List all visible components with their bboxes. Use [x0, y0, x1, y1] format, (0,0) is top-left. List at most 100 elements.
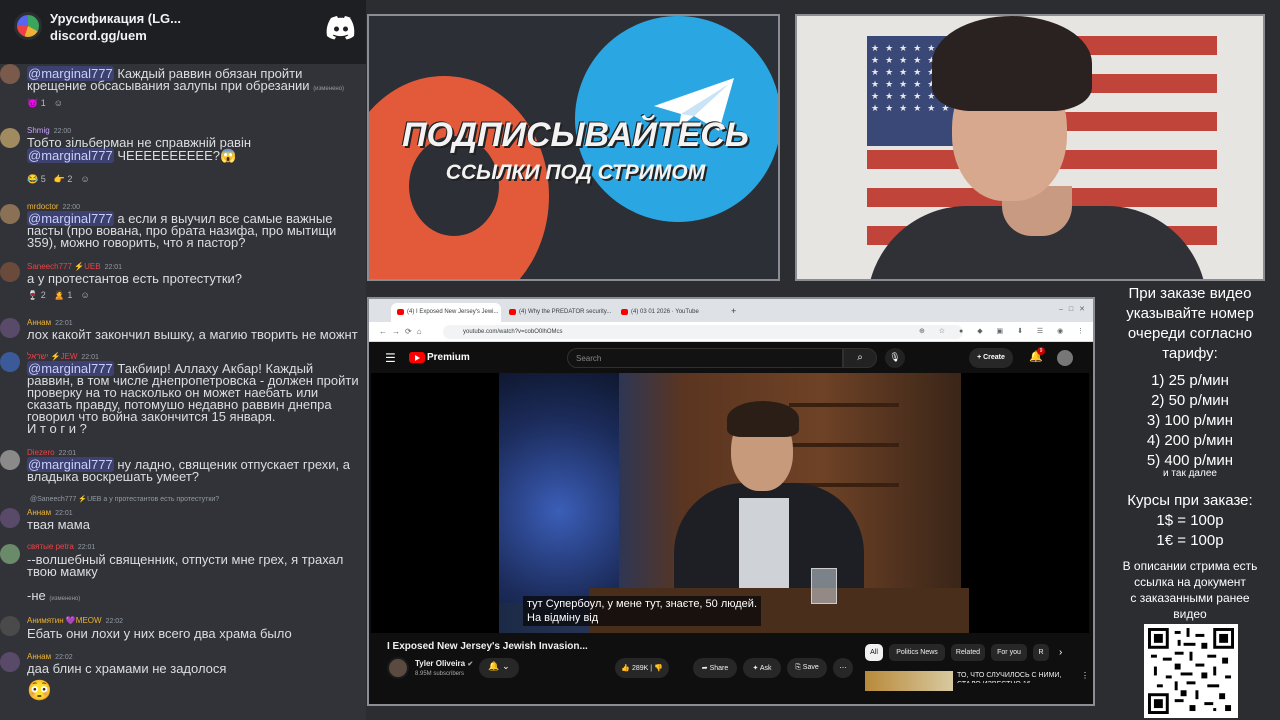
price-item: 1) 25 р/мин	[1151, 372, 1229, 389]
exchange-rates: Курсы при заказе: 1$ = 100р 1€ = 100р	[1100, 491, 1280, 551]
info-line: видео	[1173, 607, 1207, 621]
user-avatar	[0, 352, 20, 372]
info-line: ссылка на документ	[1134, 575, 1246, 589]
username[interactable]: mrdoctor	[27, 202, 59, 211]
username[interactable]: Аннам	[27, 652, 51, 661]
extension-icons[interactable]: ⊕ ☆ ● ◆ ▣ ⬇ ☰ ◉ ⋮	[919, 327, 1090, 335]
aquarium	[499, 373, 619, 603]
username[interactable]: Shmig	[27, 126, 50, 135]
reaction[interactable]: ☺	[80, 290, 89, 300]
user-mention[interactable]: @marginal777	[27, 148, 114, 163]
discord-chat-overlay: Урусификация (LG... discord.gg/uem @marg…	[0, 0, 366, 720]
reaction[interactable]: 🍷 2	[27, 290, 46, 300]
username[interactable]: ישראל ⚡JEW	[27, 352, 77, 361]
bookshelf	[789, 403, 899, 407]
share-button[interactable]: ➦ Share	[693, 658, 737, 678]
qr-code[interactable]	[1144, 624, 1238, 718]
username[interactable]: Аннам	[27, 318, 51, 327]
user-avatar	[0, 262, 20, 282]
video-title: I Exposed New Jersey's Jewish Invasion..…	[387, 641, 588, 652]
reply-reference[interactable]: @Saneech777 ⚡UEB а у протестантов есть п…	[30, 495, 219, 503]
more-options-icon[interactable]: ⋮	[1081, 671, 1089, 680]
channel-name-text[interactable]: Tyler Oliveira	[415, 659, 465, 668]
reaction[interactable]: ☺	[54, 98, 63, 108]
message-text: владыка воскрешать умеет?	[27, 469, 200, 484]
server-name: Урусификация (LG...	[50, 11, 181, 26]
save-button[interactable]: ⎘ Save	[787, 658, 827, 678]
edited-label: (изменено)	[313, 86, 345, 92]
chevron-right-icon[interactable]: ›	[1059, 647, 1062, 658]
chip-related[interactable]: Related	[951, 644, 985, 661]
info-line: очереди согласно	[1127, 325, 1253, 342]
chip-for-you[interactable]: For you	[991, 644, 1027, 661]
recommended-video-title[interactable]: ТО, ЧТО СЛУЧИЛОСЬ С НИМИ, СТАЛО ИЗВЕСТНО…	[957, 671, 1077, 683]
price-etc: и так далее	[1163, 468, 1217, 479]
chip-all[interactable]: All	[865, 644, 883, 661]
subscribe-bell-button[interactable]: 🔔 ⌄	[479, 658, 519, 678]
youtube-logo-icon[interactable]	[409, 352, 425, 363]
browser-tab[interactable]: (4) I Exposed New Jersey's Jewi...	[391, 303, 501, 322]
webcam-feed: ★★★★★★★★ ★★★★★★★ ★★★★★★★★ ★★★★★★★ ★★★★★★…	[795, 14, 1265, 281]
url-input[interactable]: youtube.com/watch?v=cobO0lhOMcs	[443, 325, 963, 339]
rate-item: 1$ = 100р	[1156, 512, 1224, 529]
timestamp: 22:01	[55, 320, 73, 327]
user-avatar	[0, 508, 20, 528]
like-button[interactable]: 👍 289K | 👎	[615, 658, 669, 678]
server-invite: discord.gg/uem	[50, 28, 147, 43]
youtube-brand-label[interactable]: Premium	[427, 352, 470, 363]
chat-header: Урусификация (LG... discord.gg/uem	[0, 0, 366, 64]
window-controls[interactable]: –□✕	[1059, 305, 1091, 313]
speaker-hair	[727, 401, 799, 437]
username[interactable]: святые petra	[27, 542, 74, 551]
reaction[interactable]: ☺	[80, 174, 89, 184]
reaction[interactable]: 🙎 1	[54, 290, 73, 300]
timestamp: 22:01	[77, 544, 96, 551]
sparkle-icon: ✦	[752, 665, 760, 672]
username[interactable]: Saneech777 ⚡UEB	[27, 262, 101, 271]
chip-truncated[interactable]: R	[1033, 644, 1049, 661]
username[interactable]: Анимятин 💜MEOW	[27, 616, 102, 625]
reactions: 😈 1 ☺	[27, 98, 71, 109]
video-subtitles: тут Супербоул, у мене тут, знаєте, 50 лю…	[523, 596, 762, 626]
hamburger-menu-icon[interactable]: ☰	[385, 351, 396, 365]
create-button[interactable]: + Create	[969, 348, 1013, 368]
reaction[interactable]: 👉 2	[54, 174, 73, 184]
message-text: а у протестантов есть протестутки?	[27, 271, 243, 286]
new-tab-button[interactable]: +	[731, 306, 736, 316]
flushed-emoji: 😳	[27, 680, 52, 702]
info-line: В описании стрима есть	[1122, 559, 1258, 573]
user-avatar	[0, 318, 20, 338]
verified-icon: ✔	[467, 661, 474, 668]
timestamp: 22:01	[55, 510, 73, 517]
browser-tab[interactable]: (4) Why the PREDATOR security...	[503, 303, 613, 322]
search-input[interactable]: Search	[567, 348, 843, 368]
message-text: крещение обсасывания залупы при обрезани…	[27, 78, 310, 93]
nav-buttons[interactable]: ←→⟳⌂	[379, 327, 427, 336]
notification-count-badge: 9	[1037, 347, 1045, 355]
recommended-video-thumbnail[interactable]	[865, 671, 953, 691]
message-text: даа блин с храмами не задолося	[27, 661, 227, 676]
ask-button[interactable]: ✦ Ask	[743, 658, 781, 678]
chip-politics-news[interactable]: Politics News	[889, 644, 945, 661]
subscriber-count: 8.95M subscribers	[415, 671, 465, 677]
reactions: 🍷 2 🙎 1 ☺	[27, 290, 98, 301]
video-player[interactable]: тут Супербоул, у мене тут, знаєте, 50 лю…	[371, 373, 1089, 633]
info-line: При заказе видео	[1128, 285, 1252, 302]
username[interactable]: Аннам	[27, 508, 51, 517]
reaction[interactable]: 😂 5	[27, 174, 46, 184]
message-text: твою мамку	[27, 564, 98, 579]
microphone-icon[interactable]: 🎙	[885, 348, 905, 368]
account-avatar[interactable]	[1057, 350, 1073, 366]
browser-tab[interactable]: (4) 03 01 2026 · YouTube	[615, 303, 725, 322]
search-icon[interactable]: ⌕	[843, 348, 877, 368]
more-actions-icon[interactable]: ⋯	[833, 658, 853, 678]
channel-name[interactable]: Tyler Oliveira ✔	[415, 659, 473, 668]
price-list: 1) 25 р/мин 2) 50 р/мин 3) 100 р/мин 4) …	[1100, 371, 1280, 471]
like-count: 289K	[631, 665, 649, 672]
username[interactable]: Diezero	[27, 448, 55, 457]
reaction[interactable]: 😈 1	[27, 98, 46, 108]
address-bar-row: ←→⟳⌂ youtube.com/watch?v=cobO0lhOMcs ⊕ ☆…	[369, 322, 1093, 342]
subtitle-line: На відміну від	[527, 612, 599, 624]
reactions: 😂 5 👉 2 ☺	[27, 174, 98, 185]
channel-avatar[interactable]	[387, 657, 409, 679]
